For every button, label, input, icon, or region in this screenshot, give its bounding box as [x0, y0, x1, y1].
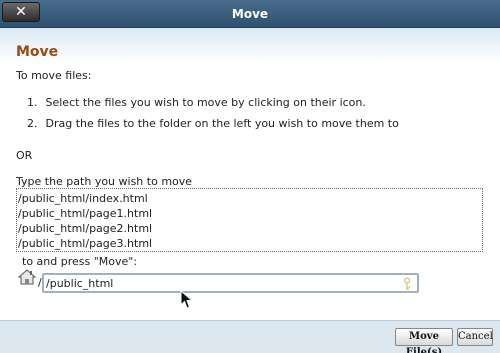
- or-separator: OR: [16, 149, 33, 162]
- dialog-footer: Move File(s) Cancel: [0, 320, 500, 353]
- path-label: Type the path you wish to move: [16, 175, 193, 188]
- press-move-label: to and press "Move":: [22, 255, 138, 268]
- file-list-item[interactable]: /public_html/page1.html: [18, 207, 482, 222]
- selected-files-list[interactable]: /public_html/index.html /public_html/pag…: [16, 188, 483, 252]
- destination-path-input[interactable]: [42, 273, 419, 293]
- step-text: Drag the files to the folder on the left…: [45, 117, 399, 130]
- cancel-button[interactable]: Cancel: [457, 328, 493, 346]
- step-number: 1.: [27, 96, 38, 109]
- step-item: 2. Drag the files to the folder on the l…: [27, 117, 399, 138]
- key-icon[interactable]: [402, 277, 412, 291]
- intro-text: To move files:: [16, 69, 92, 82]
- home-icon[interactable]: [18, 269, 36, 285]
- step-number: 2.: [27, 117, 38, 130]
- instruction-steps: 1. Select the files you wish to move by …: [27, 96, 399, 138]
- page-heading: Move: [16, 44, 59, 60]
- window-title: Move: [231, 7, 269, 21]
- file-list-item[interactable]: /public_html/page2.html: [18, 222, 482, 237]
- file-list-item[interactable]: /public_html/page3.html: [18, 237, 482, 252]
- step-item: 1. Select the files you wish to move by …: [27, 96, 399, 117]
- window-titlebar: ✕ Move: [0, 0, 500, 28]
- mouse-cursor-icon: [180, 290, 194, 309]
- move-files-button[interactable]: Move File(s): [395, 328, 453, 353]
- file-list-item[interactable]: /public_html/index.html: [18, 192, 482, 207]
- dialog-body: Move To move files: 1. Select the files …: [0, 28, 500, 320]
- step-text: Select the files you wish to move by cli…: [45, 96, 366, 109]
